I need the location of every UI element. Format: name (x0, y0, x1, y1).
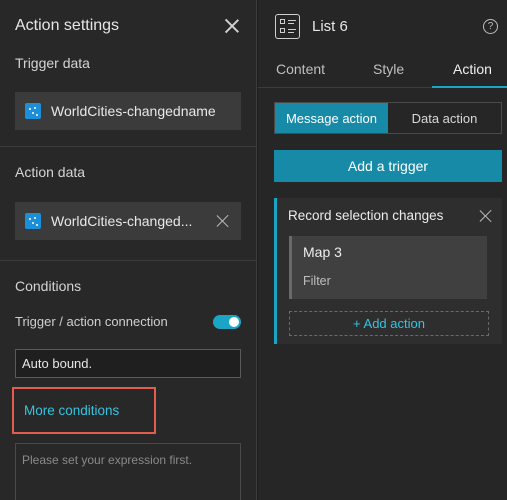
remove-datasource-icon[interactable] (217, 215, 229, 227)
remove-trigger-icon[interactable] (480, 210, 492, 222)
connection-toggle[interactable] (213, 314, 241, 329)
message-action-button[interactable]: Message action (275, 103, 388, 133)
add-trigger-button[interactable]: Add a trigger (274, 150, 502, 182)
action-settings-title: Action settings (15, 17, 120, 34)
action-datasource-name: WorldCities-changed... (51, 213, 193, 229)
trigger-card: Record selection changes Map 3 Filter + … (274, 198, 502, 344)
connection-label: Trigger / action connection (15, 314, 168, 329)
action-target-name: Map 3 (303, 244, 342, 260)
datasource-icon (25, 103, 41, 119)
datasource-icon (25, 213, 41, 229)
more-conditions-link[interactable]: More conditions (24, 403, 119, 418)
help-icon[interactable]: ? (483, 18, 498, 34)
action-datasource-item[interactable]: WorldCities-changed... (15, 202, 241, 240)
divider (0, 260, 257, 261)
settings-tabs: Content Style Action (258, 52, 507, 88)
conditions-label: Conditions (15, 278, 82, 294)
action-type-name: Filter (303, 274, 331, 288)
tab-action[interactable]: Action (453, 61, 492, 77)
action-settings-header: Action settings (0, 0, 256, 52)
tab-style[interactable]: Style (373, 61, 404, 77)
action-data-label: Action data (15, 164, 86, 180)
list-widget-icon (275, 13, 300, 39)
more-conditions-highlight: More conditions (12, 387, 156, 434)
add-action-button[interactable]: + Add action (289, 311, 489, 336)
tab-content[interactable]: Content (276, 61, 325, 77)
action-item[interactable]: Map 3 Filter (289, 236, 487, 299)
expression-box[interactable]: Please set your expression first. (15, 443, 241, 500)
divider (0, 146, 257, 147)
data-action-button[interactable]: Data action (388, 103, 501, 133)
connection-row: Trigger / action connection (15, 314, 241, 329)
auto-bound-field[interactable]: Auto bound. (15, 349, 241, 378)
trigger-datasource-name: WorldCities-changedname (51, 103, 216, 119)
action-settings-panel: Action settings Trigger data WorldCities… (0, 0, 257, 500)
active-tab-indicator (432, 86, 507, 88)
trigger-data-label: Trigger data (15, 55, 90, 71)
widget-title: List 6 (312, 17, 348, 35)
close-icon[interactable] (224, 18, 240, 34)
action-type-switch: Message action Data action (274, 102, 502, 134)
trigger-card-title: Record selection changes (288, 208, 444, 223)
widget-header: List 6 ? (258, 0, 507, 52)
widget-settings-panel: List 6 ? Content Style Action Message ac… (258, 0, 507, 500)
trigger-datasource-item[interactable]: WorldCities-changedname (15, 92, 241, 130)
